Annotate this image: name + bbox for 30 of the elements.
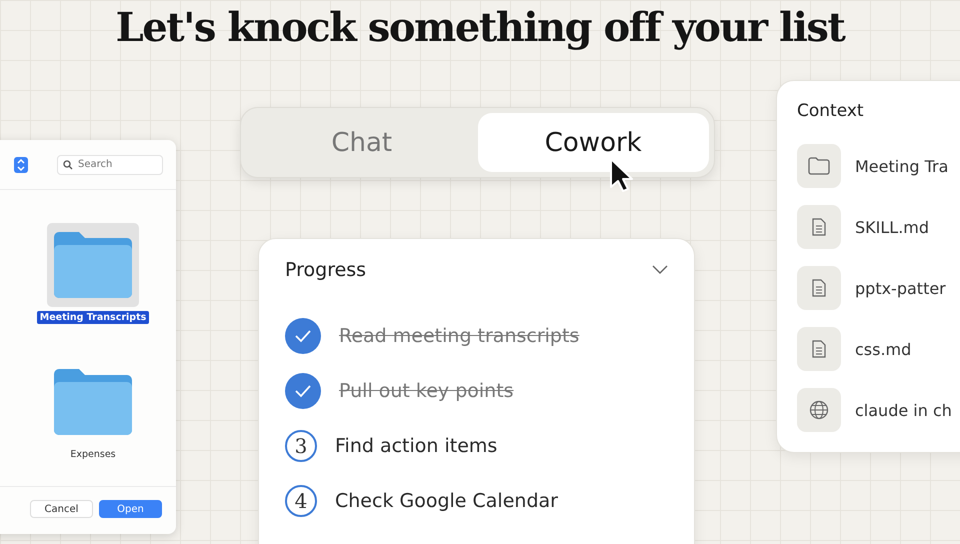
document-icon xyxy=(797,205,841,249)
step-number: 4 xyxy=(285,485,317,517)
context-item-label[interactable]: Meeting Tra xyxy=(855,156,948,176)
search-icon xyxy=(63,160,73,170)
step-label: Find action items xyxy=(335,435,498,457)
step-number: 3 xyxy=(285,430,317,462)
globe-icon xyxy=(797,388,841,432)
document-icon xyxy=(797,327,841,371)
document-icon xyxy=(797,266,841,310)
folder-label[interactable]: Meeting Transcripts xyxy=(36,311,150,324)
stepper-icon xyxy=(14,156,28,172)
card-title: Progress xyxy=(285,259,366,281)
chevron-icon[interactable] xyxy=(652,265,668,275)
mode-tab[interactable]: Cowork xyxy=(478,113,709,172)
context-item-label[interactable]: pptx-patter xyxy=(855,278,946,298)
folder-icon xyxy=(797,144,841,188)
step-label: Read meeting transcripts xyxy=(339,325,580,347)
step-label: Pull out key points xyxy=(339,380,514,402)
context-item-label[interactable]: claude in ch xyxy=(855,400,952,420)
headline: Let's knock something off your list xyxy=(116,4,844,51)
search-field[interactable]: Search xyxy=(57,154,163,174)
card-title: Context xyxy=(797,101,865,121)
step-label: Check Google Calendar xyxy=(335,490,558,512)
open-button[interactable]: Open xyxy=(99,500,162,518)
mode-tab[interactable]: Chat xyxy=(246,113,478,172)
folder-label[interactable]: Expenses xyxy=(67,448,119,461)
context-item-label[interactable]: css.md xyxy=(855,340,912,358)
cancel-button[interactable]: Cancel xyxy=(30,500,93,518)
folder-icon[interactable] xyxy=(47,223,139,307)
context-item-label[interactable]: SKILL.md xyxy=(855,218,930,236)
